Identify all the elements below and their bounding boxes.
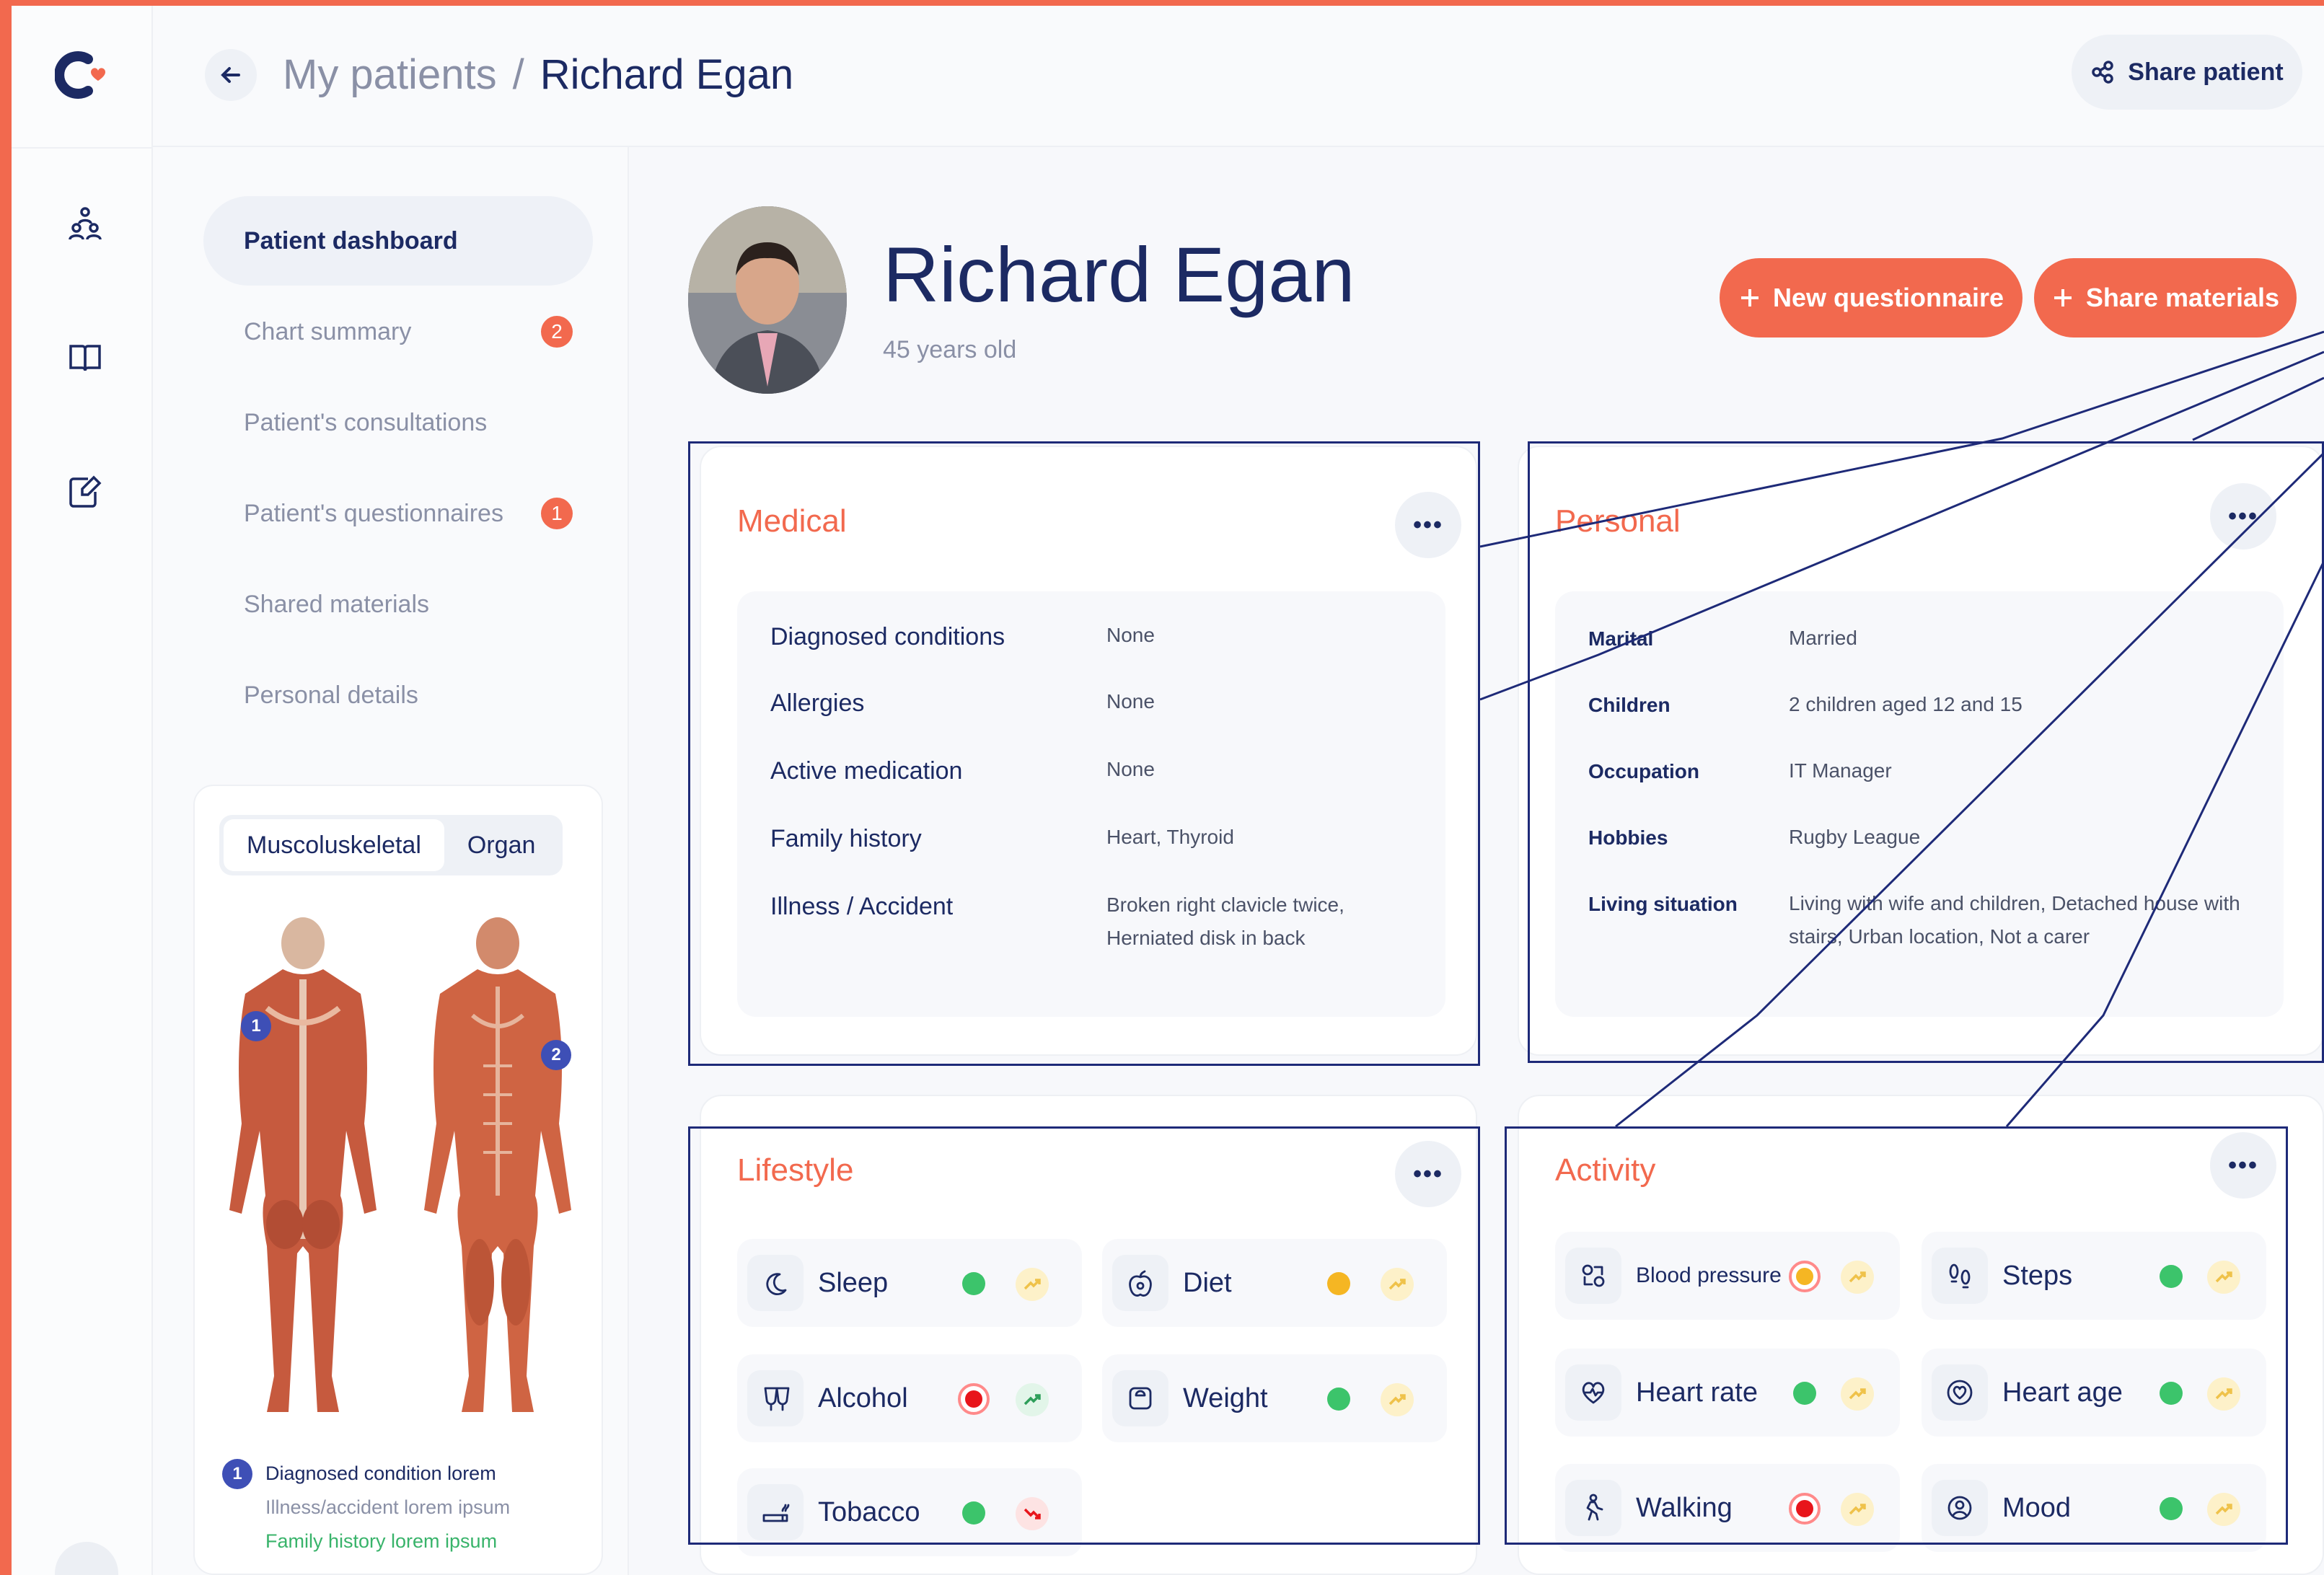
body-back-figure — [229, 917, 377, 1412]
book-icon[interactable] — [66, 339, 104, 376]
body-marker[interactable]: 2 — [541, 1040, 571, 1070]
patient-avatar — [688, 206, 847, 394]
app-window: My patients / Richard Egan Share patient P… — [12, 6, 2324, 1575]
callout-box-lifestyle — [688, 1126, 1480, 1545]
share-materials-label: Share materials — [2085, 283, 2280, 312]
legend-marker: 1 — [222, 1458, 252, 1489]
patient-name: Richard Egan — [883, 231, 1355, 318]
patients-icon[interactable] — [66, 205, 104, 242]
legend-line: Diagnosed condition lorem — [265, 1462, 496, 1484]
nav-item-label: Shared materials — [244, 590, 430, 618]
patient-nav-panel: Patient dashboard Chart summary 2 Patien… — [153, 147, 629, 1575]
callout-box-medical — [688, 441, 1480, 1066]
nav-item-chart-summary[interactable]: Chart summary 2 — [203, 287, 593, 376]
nav-item-label: Patient dashboard — [244, 226, 458, 255]
edit-note-icon[interactable] — [66, 473, 104, 511]
breadcrumb: My patients / Richard Egan — [283, 50, 793, 99]
nav-item-label: Chart summary — [244, 317, 412, 345]
new-questionnaire-button[interactable]: New questionnaire — [1720, 258, 2023, 338]
count-badge: 1 — [541, 498, 573, 529]
breadcrumb-separator: / — [512, 51, 524, 98]
nav-item-label: Personal details — [244, 681, 418, 709]
nav-item-personal-details[interactable]: Personal details — [203, 650, 593, 740]
nav-item-shared-materials[interactable]: Shared materials — [203, 560, 593, 649]
back-button[interactable] — [205, 49, 257, 101]
body-map-card: Muscoluskeletal Organ 1 2 1 Diagnosed co… — [193, 785, 603, 1575]
body-front-figure — [424, 917, 571, 1412]
legend-line: Illness/accident lorem ipsum — [265, 1496, 511, 1518]
arrow-left-icon — [221, 67, 240, 83]
nav-item-label: Patient's questionnaires — [244, 499, 503, 527]
body-marker[interactable]: 1 — [241, 1011, 271, 1041]
nav-item-label: Patient's consultations — [244, 408, 488, 436]
icon-rail — [12, 6, 153, 1575]
count-badge: 2 — [541, 316, 573, 348]
breadcrumb-current: Richard Egan — [540, 51, 794, 98]
body-map-legend: 1 Diagnosed condition lorem Illness/accid… — [222, 1457, 583, 1558]
callout-box-activity — [1505, 1126, 2288, 1545]
plus-icon — [1740, 289, 1759, 306]
body-map-toggle: Muscoluskeletal Organ — [219, 815, 563, 875]
tab-organ[interactable]: Organ — [444, 819, 559, 871]
new-questionnaire-label: New questionnaire — [1772, 283, 2004, 312]
top-header: My patients / Richard Egan Share patient — [153, 6, 2324, 147]
share-patient-button[interactable]: Share patient — [2072, 35, 2302, 110]
logo-icon — [55, 51, 105, 99]
nav-item-questionnaires[interactable]: Patient's questionnaires 1 — [203, 469, 593, 558]
patient-age: 45 years old — [883, 336, 1017, 363]
legend-line: Family history lorem ipsum — [265, 1530, 498, 1552]
tab-muscoluskeletal[interactable]: Muscoluskeletal — [224, 819, 444, 871]
share-materials-button[interactable]: Share materials — [2034, 258, 2297, 338]
callout-box-personal — [1528, 441, 2324, 1063]
plus-icon — [2054, 289, 2072, 306]
user-avatar[interactable] — [55, 1542, 118, 1575]
breadcrumb-root[interactable]: My patients — [283, 51, 497, 98]
rail-divider — [12, 147, 153, 149]
share-icon — [2092, 61, 2114, 84]
nav-item-consultations[interactable]: Patient's consultations — [203, 378, 593, 467]
share-patient-label: Share patient — [2128, 58, 2284, 86]
nav-item-patient-dashboard[interactable]: Patient dashboard — [203, 196, 593, 286]
